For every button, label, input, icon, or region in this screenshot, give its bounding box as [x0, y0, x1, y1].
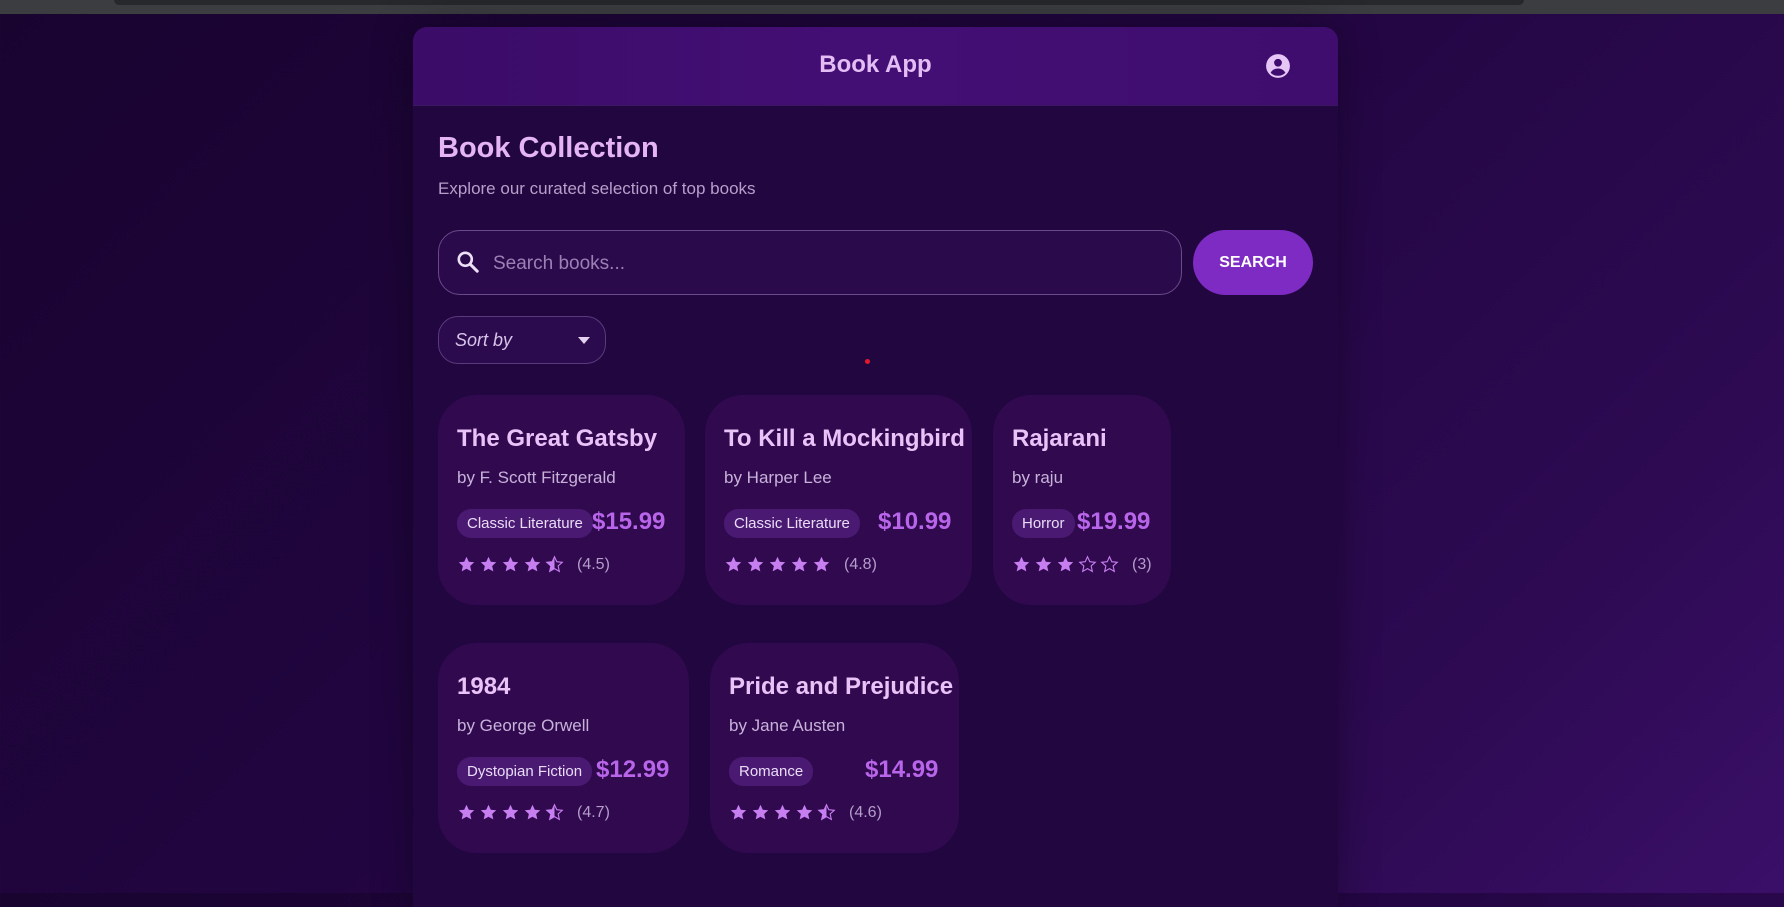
search-box [438, 230, 1182, 295]
book-author: by George Orwell [457, 716, 590, 735]
genre-badge: Classic Literature [457, 509, 593, 538]
star-filled-icon [480, 556, 497, 572]
search-input[interactable] [491, 243, 1165, 285]
star-half-icon [817, 803, 836, 821]
account-button[interactable] [1265, 53, 1291, 79]
browser-top-strip [0, 0, 1784, 14]
book-author: by raju [1012, 468, 1064, 487]
rating-count: (4.8) [844, 555, 877, 573]
book-price: $12.99 [596, 756, 670, 783]
star-filled-icon [1057, 556, 1074, 572]
star-rating: (4.7) [457, 803, 610, 822]
star-filled-icon [458, 556, 475, 572]
star-filled-icon [730, 804, 747, 820]
book-author: by Harper Lee [724, 468, 832, 487]
book-title: Pride and Prejudice [729, 673, 954, 700]
book-author: by Jane Austen [729, 716, 846, 735]
book-card[interactable]: Pride and Prejudice by Jane Austen Roman… [710, 643, 959, 853]
rating-count: (4.6) [849, 803, 882, 821]
star-filled-icon [1035, 556, 1052, 572]
genre-badge: Horror [1012, 509, 1075, 538]
star-filled-icon [480, 804, 497, 820]
star-half-icon [545, 555, 564, 573]
book-author: by F. Scott Fitzgerald [457, 468, 616, 487]
book-card[interactable]: 1984 by George Orwell Dystopian Fiction … [438, 643, 689, 853]
chevron-down-icon [578, 337, 590, 344]
rating-count: (4.5) [577, 555, 610, 573]
star-filled-icon [769, 556, 786, 572]
book-price: $15.99 [592, 508, 666, 535]
star-filled-icon [458, 804, 475, 820]
book-price: $19.99 [1077, 508, 1151, 535]
sort-by-select[interactable]: Sort by [438, 316, 606, 364]
star-filled-icon [752, 804, 769, 820]
star-rating: (4.6) [729, 803, 882, 822]
star-filled-icon [524, 556, 541, 572]
book-card[interactable]: To Kill a Mockingbird by Harper Lee Clas… [705, 395, 972, 605]
star-filled-icon [747, 556, 764, 572]
search-button[interactable]: SEARCH [1193, 230, 1313, 295]
book-card[interactable]: The Great Gatsby by F. Scott Fitzgerald … [438, 395, 685, 605]
cursor-indicator [865, 359, 870, 364]
book-card[interactable]: Rajarani by raju Horror $19.99 (3) [993, 395, 1171, 605]
genre-badge: Dystopian Fiction [457, 757, 593, 786]
genre-badge: Classic Literature [724, 509, 860, 538]
star-filled-icon [524, 804, 541, 820]
book-title: 1984 [457, 673, 511, 700]
star-empty-icon [1078, 555, 1097, 573]
genre-badge: Romance [729, 757, 814, 786]
star-filled-icon [725, 556, 742, 572]
browser-tab-bar [114, 0, 1524, 5]
star-filled-icon [1013, 556, 1030, 572]
app-container: Book App Book Collection Explore our cur… [413, 27, 1338, 907]
star-rating: (4.8) [724, 555, 877, 574]
star-filled-icon [502, 804, 519, 820]
sort-by-label: Sort by [455, 330, 513, 350]
star-filled-icon [502, 556, 519, 572]
star-half-icon [545, 803, 564, 821]
star-filled-icon [813, 556, 830, 572]
rating-count: (3) [1132, 555, 1152, 573]
star-filled-icon [774, 804, 791, 820]
book-title: The Great Gatsby [457, 425, 658, 452]
book-price: $14.99 [865, 756, 939, 783]
rating-count: (4.7) [577, 803, 610, 821]
book-price: $10.99 [878, 508, 952, 535]
app-header: Book App [413, 27, 1338, 106]
star-rating: (4.5) [457, 555, 610, 574]
star-empty-icon [1100, 555, 1119, 573]
page-title: Book Collection [438, 132, 659, 164]
book-title: To Kill a Mockingbird [724, 425, 965, 452]
search-icon [457, 251, 479, 273]
star-filled-icon [796, 804, 813, 820]
app-title: Book App [819, 51, 932, 78]
page-subtitle: Explore our curated selection of top boo… [438, 179, 756, 198]
account-circle-icon [1266, 54, 1290, 78]
book-title: Rajarani [1012, 425, 1107, 452]
star-rating: (3) [1012, 555, 1152, 574]
star-filled-icon [791, 556, 808, 572]
